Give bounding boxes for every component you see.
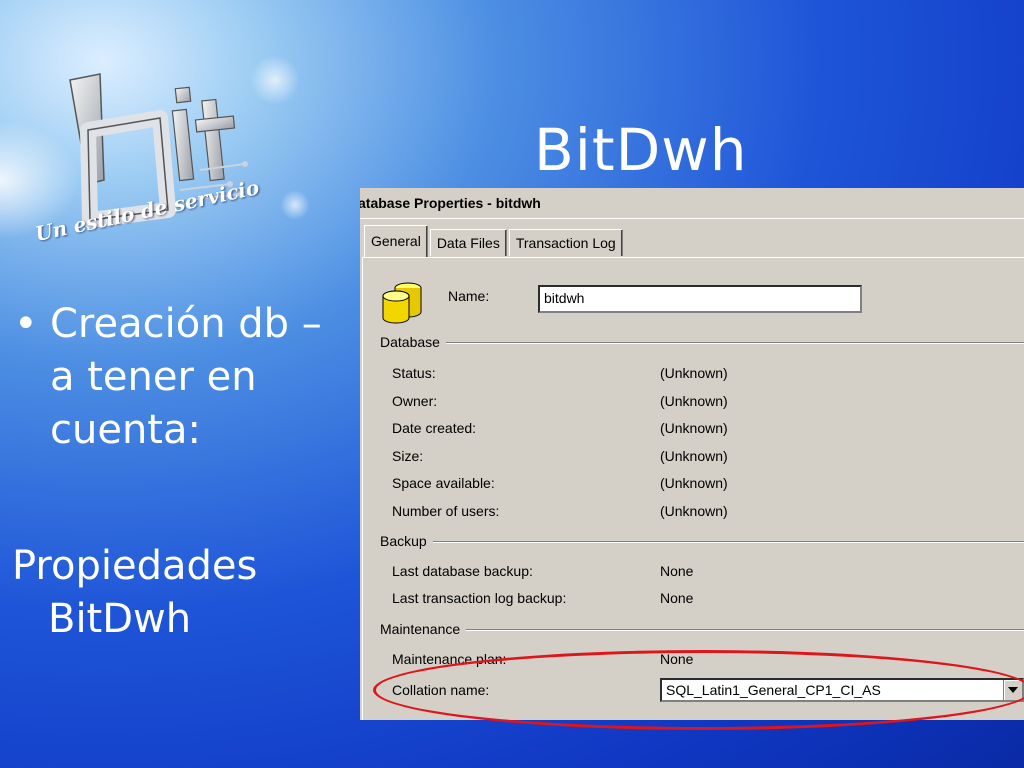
maintenance-plan-label: Maintenance plan:	[392, 651, 507, 667]
subtitle-text: Propiedades BitDwh	[12, 540, 342, 646]
last-database-backup-label: Last database backup:	[392, 563, 533, 579]
company-logo	[30, 60, 280, 290]
last-transaction-log-backup-value: None	[660, 590, 694, 606]
space-available-label: Space available:	[392, 475, 495, 491]
database-icon	[378, 278, 426, 324]
tab-strip: General Data Files Transaction Log	[364, 225, 625, 257]
background-glow-dot	[280, 190, 310, 220]
dialog-title: atabase Properties - bitdwh	[360, 195, 541, 211]
tab-general[interactable]: General	[364, 225, 428, 257]
slide-title: BitDwh	[534, 116, 748, 184]
bullet-item: • Creación db – a tener en cuenta:	[14, 298, 364, 457]
chevron-down-icon	[1008, 687, 1018, 693]
group-divider	[380, 629, 1024, 631]
last-transaction-log-backup-label: Last transaction log backup:	[392, 590, 567, 606]
bullet-dot-icon: •	[14, 301, 38, 347]
bullet-text: Creación db – a tener en cuenta:	[50, 301, 322, 453]
owner-value: (Unknown)	[660, 393, 728, 409]
group-divider	[380, 541, 1024, 543]
name-label: Name:	[448, 288, 490, 304]
bullet-list: • Creación db – a tener en cuenta:	[14, 298, 364, 457]
status-label: Status:	[392, 365, 436, 381]
group-label-maintenance: Maintenance	[380, 621, 467, 637]
collation-name-label: Collation name:	[392, 682, 490, 698]
tab-transaction-log[interactable]: Transaction Log	[508, 229, 623, 256]
size-value: (Unknown)	[660, 448, 728, 464]
dialog-titlebar: atabase Properties - bitdwh	[360, 188, 1024, 219]
tab-data-files[interactable]: Data Files	[429, 229, 507, 256]
group-divider	[380, 342, 1024, 344]
collation-select[interactable]: SQL_Latin1_General_CP1_CI_AS	[660, 678, 1024, 702]
date-created-label: Date created:	[392, 420, 477, 436]
group-label-database: Database	[380, 334, 446, 350]
subtitle-line-1: Propiedades	[12, 543, 258, 589]
maintenance-plan-value: None	[660, 651, 694, 667]
number-of-users-label: Number of users:	[392, 503, 500, 519]
space-available-value: (Unknown)	[660, 475, 728, 491]
date-created-value: (Unknown)	[660, 420, 728, 436]
database-properties-dialog: atabase Properties - bitdwh General Data…	[360, 188, 1024, 720]
dropdown-arrow-button[interactable]	[1003, 680, 1022, 700]
group-label-backup: Backup	[380, 533, 433, 549]
size-label: Size:	[392, 448, 424, 464]
subtitle-line-2: BitDwh	[48, 596, 192, 642]
status-value: (Unknown)	[660, 365, 728, 381]
last-database-backup-value: None	[660, 563, 694, 579]
owner-label: Owner:	[392, 393, 438, 409]
name-input[interactable]: bitdwh	[538, 285, 862, 313]
collation-select-value: SQL_Latin1_General_CP1_CI_AS	[666, 682, 881, 698]
number-of-users-value: (Unknown)	[660, 503, 728, 519]
